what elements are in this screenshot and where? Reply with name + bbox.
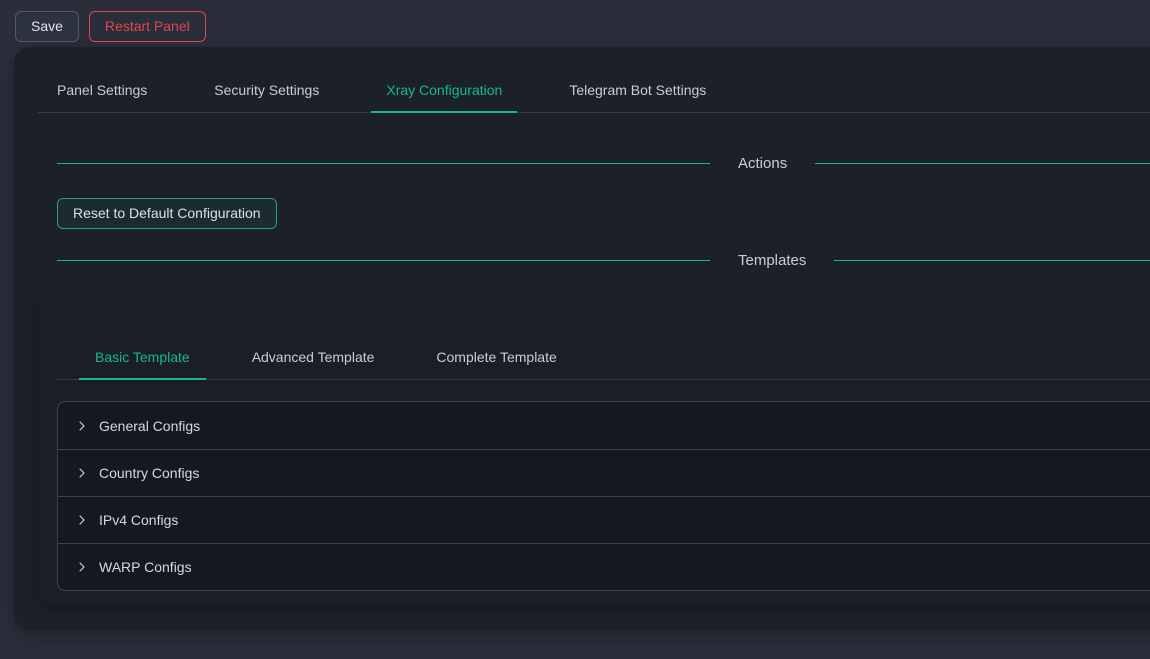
save-button[interactable]: Save bbox=[15, 11, 79, 42]
top-action-bar: Save Restart Panel bbox=[0, 0, 1150, 47]
tab-security-settings[interactable]: Security Settings bbox=[199, 70, 334, 113]
templates-tabbar: Basic Template Advanced Template Complet… bbox=[57, 337, 1150, 380]
chevron-right-icon bbox=[76, 420, 88, 432]
collapse-label: IPv4 Configs bbox=[99, 512, 178, 528]
reset-to-default-button[interactable]: Reset to Default Configuration bbox=[57, 198, 277, 229]
collapse-ipv4-configs[interactable]: IPv4 Configs bbox=[58, 496, 1150, 543]
templates-divider: Templates bbox=[57, 249, 1150, 271]
collapse-country-configs[interactable]: Country Configs bbox=[58, 449, 1150, 496]
divider-line bbox=[57, 260, 710, 261]
collapse-label: WARP Configs bbox=[99, 559, 192, 575]
config-collapse-group: General Configs Country Configs IPv4 Con… bbox=[57, 401, 1150, 591]
templates-divider-label: Templates bbox=[738, 252, 806, 269]
xray-configuration-pane: Actions Reset to Default Configuration T… bbox=[14, 152, 1150, 604]
tab-basic-template[interactable]: Basic Template bbox=[79, 337, 206, 380]
collapse-label: Country Configs bbox=[99, 465, 199, 481]
divider-line bbox=[57, 163, 710, 164]
collapse-general-configs[interactable]: General Configs bbox=[58, 402, 1150, 449]
restart-panel-button[interactable]: Restart Panel bbox=[89, 11, 206, 42]
collapse-label: General Configs bbox=[99, 418, 200, 434]
actions-divider-label: Actions bbox=[738, 155, 787, 172]
collapse-warp-configs[interactable]: WARP Configs bbox=[58, 543, 1150, 590]
chevron-right-icon bbox=[76, 561, 88, 573]
tab-complete-template[interactable]: Complete Template bbox=[420, 337, 572, 380]
settings-card: Panel Settings Security Settings Xray Co… bbox=[14, 47, 1150, 630]
divider-line bbox=[834, 260, 1150, 261]
settings-tabbar: Panel Settings Security Settings Xray Co… bbox=[38, 47, 1150, 113]
actions-divider: Actions bbox=[57, 152, 1150, 174]
divider-line bbox=[815, 163, 1150, 164]
chevron-right-icon bbox=[76, 514, 88, 526]
tab-xray-configuration[interactable]: Xray Configuration bbox=[371, 70, 517, 113]
chevron-right-icon bbox=[76, 467, 88, 479]
tab-telegram-bot-settings[interactable]: Telegram Bot Settings bbox=[554, 70, 721, 113]
tab-panel-settings[interactable]: Panel Settings bbox=[42, 70, 162, 113]
tab-advanced-template[interactable]: Advanced Template bbox=[236, 337, 391, 380]
templates-card: Basic Template Advanced Template Complet… bbox=[37, 292, 1150, 604]
